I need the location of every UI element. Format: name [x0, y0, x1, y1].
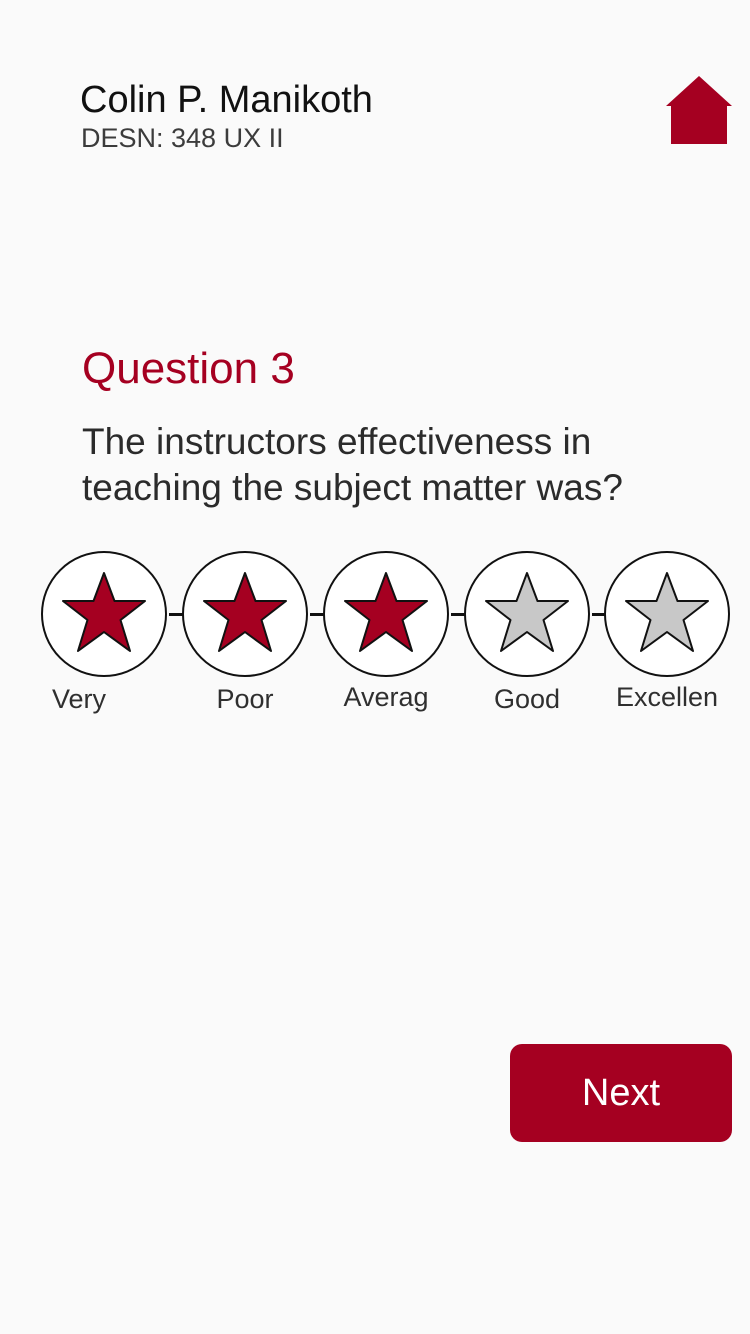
rating-scale: Very Poor Averag Good Excellen — [0, 545, 750, 725]
instructor-name: Colin P. Manikoth — [80, 79, 373, 121]
home-button[interactable] — [664, 74, 734, 146]
rating-circle — [464, 551, 590, 677]
question-number: Question 3 — [82, 344, 295, 393]
star-icon — [62, 572, 146, 652]
rating-circle — [182, 551, 308, 677]
rating-option-poor[interactable]: Poor — [176, 545, 316, 715]
rating-label: Good — [493, 684, 561, 714]
rating-label: Poor — [216, 684, 274, 714]
rating-option-average[interactable]: Averag — [317, 545, 457, 715]
rating-circle — [41, 551, 167, 677]
rating-option-excellent[interactable]: Excellen — [598, 545, 738, 715]
star-icon — [203, 572, 287, 652]
rating-label: Averag — [343, 682, 429, 712]
next-button[interactable]: Next — [510, 1044, 732, 1142]
star-icon — [344, 572, 428, 652]
rating-option-good[interactable]: Good — [458, 545, 598, 715]
star-icon — [625, 572, 709, 652]
rating-circle — [604, 551, 730, 677]
rating-option-very-poor[interactable]: Very — [35, 545, 175, 715]
rating-circle — [323, 551, 449, 677]
rating-label: Excellen — [615, 682, 719, 712]
star-icon — [485, 572, 569, 652]
course-code: DESN: 348 UX II — [81, 123, 284, 153]
home-icon — [666, 76, 732, 144]
question-text: The instructors effectiveness in teachin… — [82, 421, 623, 508]
rating-label: Very — [51, 684, 107, 714]
